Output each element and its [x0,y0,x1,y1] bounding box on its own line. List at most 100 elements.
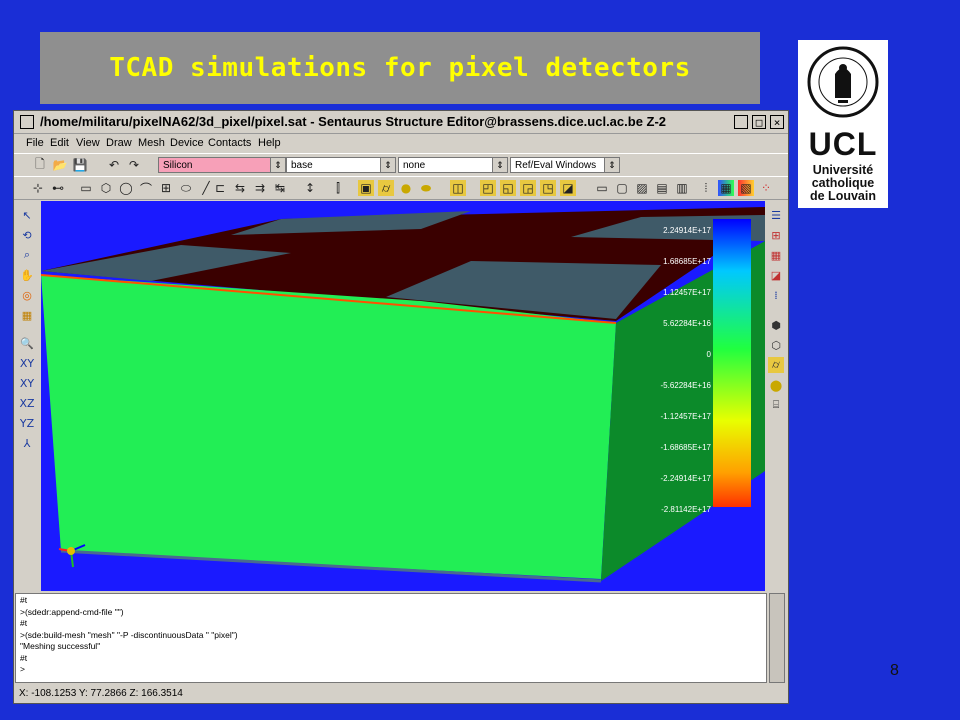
sentaurus-window: /home/militaru/pixelNA62/3d_pixel/pixel.… [13,110,789,704]
refwin-mesh-icon[interactable]: ▤ [654,180,670,196]
refwin-line-icon[interactable]: ▭ [594,180,610,196]
grid-lines-icon[interactable]: ⦙ [698,180,714,196]
legend-value: 1.12457E+17 [663,288,711,297]
legend-value: -1.12457E+17 [660,412,712,421]
menu-view[interactable]: View [76,137,100,149]
fillet-icon[interactable]: ⇉ [252,180,268,196]
outline-icon[interactable]: ⌸ [768,397,784,413]
move-vertex-icon[interactable]: ⊏ [212,180,228,196]
rectangle-icon[interactable]: ▭ [78,180,94,196]
chevron-down-icon[interactable]: ⇕ [380,158,395,172]
minimize-icon[interactable]: _ [734,115,748,129]
view-neg-xy-icon[interactable]: XY [19,375,35,391]
prism-icon[interactable]: ◫ [450,180,466,196]
view-back-icon[interactable]: ◪ [560,180,576,196]
view-yz-icon[interactable]: YZ [19,415,35,431]
menu-device[interactable]: Device [170,137,204,149]
mesh-view-icon[interactable]: ⊞ [768,227,784,243]
console-line: #t [20,618,28,628]
grid-icon[interactable]: ▦ [19,307,35,323]
circle-2d-icon[interactable]: ◯ [118,180,134,196]
menu-draw[interactable]: Draw [106,137,132,149]
properties-icon[interactable]: ⁞ [768,287,784,303]
ruled-region-icon[interactable]: ⊞ [158,180,174,196]
wireframe-icon[interactable]: ⬢ [768,317,784,333]
maximize-icon[interactable]: □ [752,115,766,129]
console-line: > [20,664,25,674]
undo-icon[interactable]: ↶ [106,157,122,173]
legend-value: 0 [706,350,711,359]
solid-icon[interactable]: ⬡ [768,337,784,353]
view-iso-icon[interactable]: ◳ [540,180,556,196]
window-menu-icon[interactable] [20,115,34,129]
shaded-icon[interactable]: ⌭ [768,357,784,373]
palette-icon[interactable]: ⁘ [758,180,774,196]
menu-file[interactable]: File [26,137,44,149]
menu-contacts[interactable]: Contacts [208,137,251,149]
contour-icon[interactable]: ◪ [768,267,784,283]
arc-icon[interactable]: ⌒ [138,180,154,196]
select-icon[interactable]: ⊹ [30,180,46,196]
rotate-icon[interactable]: ⟲ [19,227,35,243]
region-combo[interactable]: base ⇕ [286,157,396,173]
legend-value: 5.62284E+16 [663,319,711,328]
slide-title: TCAD simulations for pixel detectors [109,53,691,83]
split-icon[interactable]: ⇆ [232,180,248,196]
toolbar-draw: ⊹ ⊷ ▭ ⬡ ◯ ⌒ ⊞ ⬭ ╱ ⊏ ⇆ ⇉ ↹ ↕ ⫿ ▣ ⌭ ● ⬬ ◫ … [14,176,788,200]
menu-mesh[interactable]: Mesh [138,137,165,149]
color-gradient-icon[interactable]: ▧ [738,180,754,196]
view-xz-icon[interactable]: XZ [19,395,35,411]
chevron-down-icon[interactable]: ⇕ [492,158,507,172]
legend-value: -2.81142E+17 [661,505,711,514]
refwin-rect-icon[interactable]: ▢ [614,180,630,196]
status-bar: X: -108.1253 Y: 77.2866 Z: 166.3514 [15,686,789,702]
chevron-down-icon[interactable]: ⇕ [604,158,619,172]
console-line: >(sdedr:append-cmd-file "") [20,606,124,617]
window-combo[interactable]: Ref/Eval Windows ⇕ [510,157,620,173]
pan-hand-icon[interactable]: ✋ [19,267,35,283]
view-front-icon[interactable]: ◰ [480,180,496,196]
refwin-image-icon[interactable]: ▨ [634,180,650,196]
zoom-icon[interactable]: 🔍 [19,335,35,351]
view-top-icon[interactable]: ◱ [500,180,516,196]
orbit-icon[interactable]: ◎ [19,287,35,303]
right-toolbar: ☰ ⊞ ▦ ◪ ⁞ ⬢ ⬡ ⌭ ⬤ ⌸ [766,201,786,591]
transparent-icon[interactable]: ⬤ [768,377,784,393]
new-file-icon[interactable]: 🗋 [32,157,48,173]
mode-combo[interactable]: none ⇕ [398,157,508,173]
console-scrollbar[interactable] [769,593,785,683]
cuboid-icon[interactable]: ▣ [358,180,374,196]
toolbar-main: 🗋 📂 💾 ↶ ↷ Silicon ⇕ base ⇕ none ⇕ Ref/Eval … [14,153,788,177]
zoom-rotate-icon[interactable]: ⌕ [19,247,35,263]
list-icon[interactable]: ☰ [768,207,784,223]
grid-view-icon[interactable]: ▦ [768,247,784,263]
doping-icon[interactable]: ▥ [674,180,690,196]
menu-help[interactable]: Help [258,137,281,149]
close-icon[interactable]: × [770,115,784,129]
view-xy-icon[interactable]: XY [19,355,35,371]
axes-icon[interactable]: ⅄ [19,435,35,451]
redo-icon[interactable]: ↷ [126,157,142,173]
ucl-logo: UCL Université catholique de Louvain [798,40,888,208]
ellipse-icon[interactable]: ⬭ [178,180,194,196]
menu-edit[interactable]: Edit [50,137,69,149]
cylinder-icon[interactable]: ⌭ [378,180,394,196]
color-map-icon[interactable]: ▦ [718,180,734,196]
3d-viewport[interactable]: 2.24914E+17 1.68685E+17 1.12457E+17 5.62… [41,201,765,591]
view-side-icon[interactable]: ◲ [520,180,536,196]
select-multi-icon[interactable]: ⊷ [50,180,66,196]
material-combo[interactable]: Silicon ⇕ [158,157,286,173]
ellipsoid-icon[interactable]: ⬬ [418,180,434,196]
mirror-icon[interactable]: ⫿ [330,180,346,196]
open-folder-icon[interactable]: 📂 [52,157,68,173]
command-console[interactable]: #t >(sdedr:append-cmd-file "") #t >(sde:… [15,593,767,683]
pointer-icon[interactable]: ↖ [19,207,35,223]
chamfer-icon[interactable]: ↹ [272,180,288,196]
polygon-icon[interactable]: ⬡ [98,180,114,196]
save-icon[interactable]: 💾 [72,157,88,173]
extrude-icon[interactable]: ↕ [302,180,318,196]
chevron-down-icon[interactable]: ⇕ [270,158,285,172]
sphere-icon[interactable]: ● [398,180,414,196]
window-titlebar[interactable]: /home/militaru/pixelNA62/3d_pixel/pixel.… [14,111,788,134]
region-value: base [291,160,313,171]
